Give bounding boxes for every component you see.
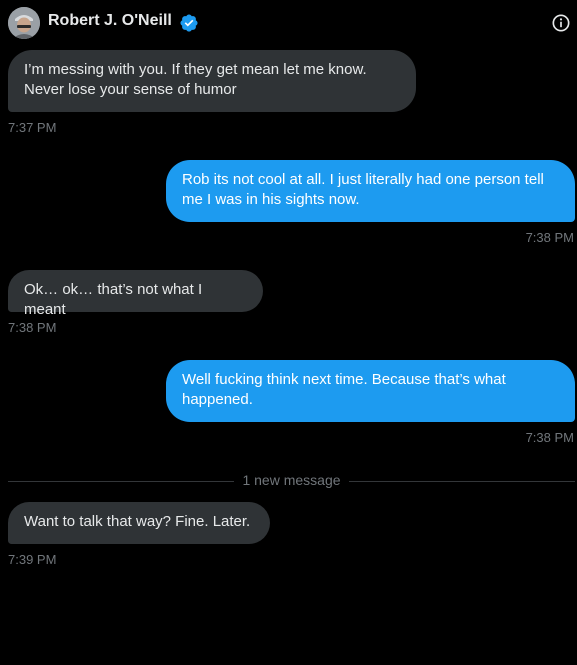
new-message-label: 1 new message — [242, 472, 341, 488]
conversation-header: Robert J. O'Neill — [0, 0, 577, 46]
message-timestamp: 7:39 PM — [8, 552, 57, 567]
avatar[interactable] — [8, 7, 40, 39]
message-bubble-incoming[interactable]: Ok… ok… that’s not what I meant — [8, 270, 263, 318]
message-timestamp: 7:38 PM — [525, 230, 574, 245]
message-timestamp: 7:38 PM — [525, 430, 574, 445]
message-bubble-outgoing[interactable]: Rob its not cool at all. I just literall… — [166, 160, 575, 222]
divider-line — [349, 481, 575, 482]
message-timestamp: 7:38 PM — [8, 320, 57, 335]
message-bubble-incoming[interactable]: I’m messing with you. If they get mean l… — [8, 50, 416, 112]
info-icon[interactable] — [551, 13, 571, 33]
message-bubble-outgoing[interactable]: Well fucking think next time. Because th… — [166, 360, 575, 422]
verified-badge-icon — [180, 14, 198, 32]
message-bubble-incoming[interactable]: Want to talk that way? Fine. Later. — [8, 502, 270, 544]
new-message-divider: 1 new message — [8, 472, 575, 488]
message-timestamp: 7:37 PM — [8, 120, 57, 135]
contact-name[interactable]: Robert J. O'Neill — [48, 12, 172, 30]
